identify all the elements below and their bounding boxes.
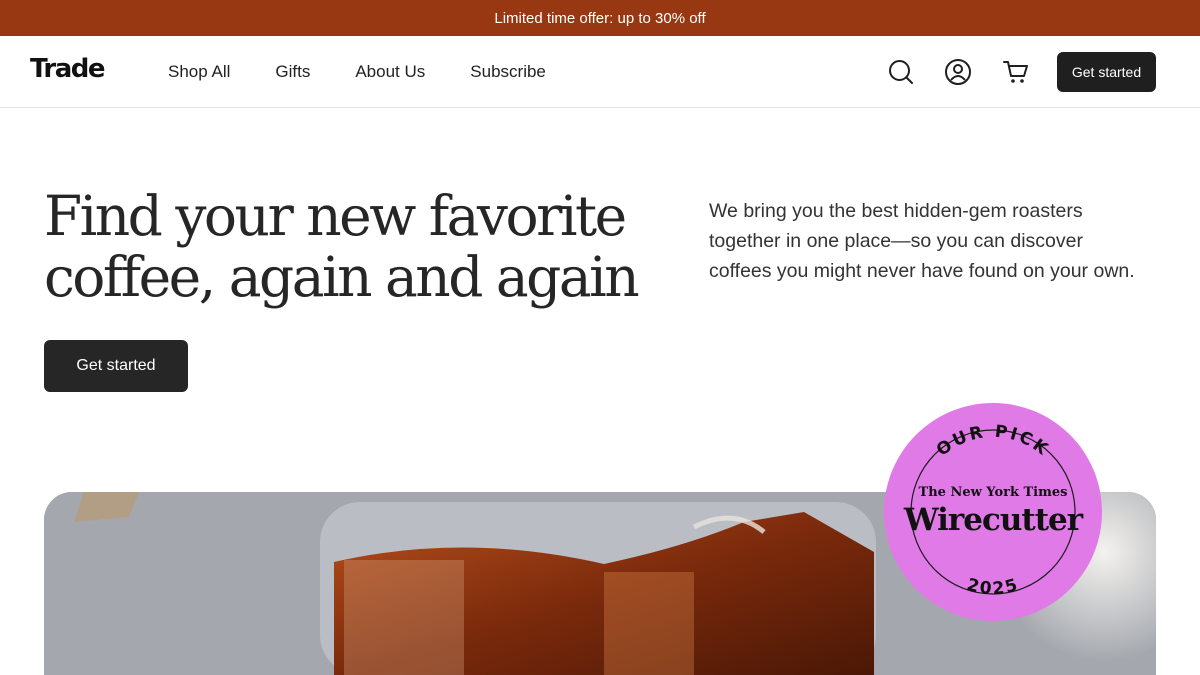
hero-get-started-button[interactable]: Get started (44, 340, 188, 392)
wirecutter-badge: OUR PICK The New York Times Wirecutter 2… (884, 403, 1102, 621)
badge-wirecutter: Wirecutter (903, 502, 1084, 538)
logo[interactable]: Trade (30, 54, 106, 84)
hero-description: We bring you the best hidden-gem roaster… (709, 200, 1135, 282)
promo-bar: Limited time offer: up to 30% off (0, 0, 1200, 36)
nav-about-us[interactable]: About Us (355, 62, 425, 82)
get-started-button[interactable]: Get started (1057, 52, 1156, 92)
nav-subscribe[interactable]: Subscribe (470, 62, 546, 82)
nav-gifts[interactable]: Gifts (275, 62, 310, 82)
hero-title-line-1: Find your new favorite (44, 184, 627, 248)
cart-icon[interactable] (1002, 58, 1030, 86)
hero-title: Find your new favorite coffee, again and… (44, 186, 644, 308)
badge-year: 2025 (964, 575, 1021, 599)
account-icon[interactable] (944, 58, 972, 86)
badge-publisher: The New York Times (919, 485, 1068, 500)
main-nav: Shop All Gifts About Us Subscribe (168, 36, 591, 108)
nav-shop-all[interactable]: Shop All (168, 62, 230, 82)
site-header: Trade Shop All Gifts About Us Subscribe … (0, 36, 1200, 108)
search-icon[interactable] (887, 58, 915, 86)
promo-text[interactable]: Limited time offer: up to 30% off (494, 10, 705, 27)
hero-title-line-2: coffee, again and again (44, 245, 640, 309)
